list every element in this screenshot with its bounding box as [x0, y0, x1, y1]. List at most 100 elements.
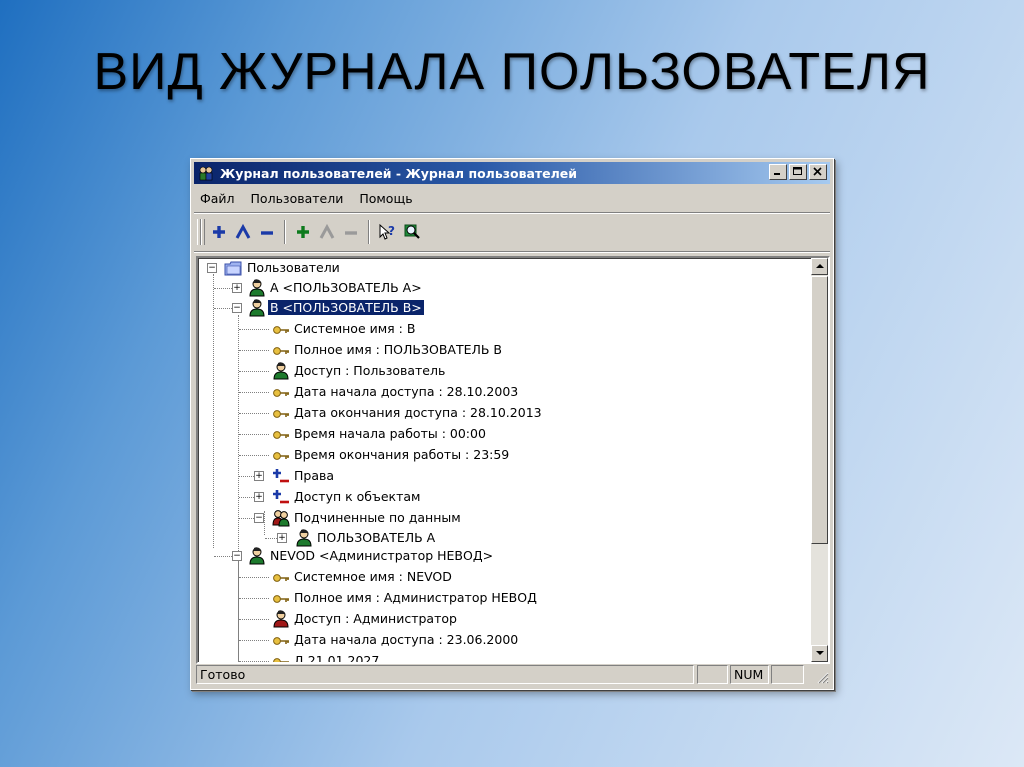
tree-label: Время начала работы : 00:00 [294, 426, 486, 441]
whats-this-icon: ? [379, 223, 395, 240]
tree-item-property[interactable]: Доступ : Администратор [198, 609, 808, 629]
menu-file[interactable]: Файл [196, 189, 241, 208]
toolbar: ? [195, 216, 829, 248]
add-green-icon [297, 226, 309, 238]
tree-item-user-nevod[interactable]: − NEVOD <Администратор НЕВОД> [198, 546, 808, 566]
tree-label: ПОЛЬЗОВАТЕЛЬ A [317, 530, 436, 545]
expand-toggle[interactable]: + [232, 283, 242, 293]
toolbar-separator-1 [284, 220, 286, 244]
tree-line [239, 497, 254, 498]
window-title: Журнал пользователей - Журнал пользовате… [220, 166, 578, 181]
remove-user-button[interactable] [255, 220, 279, 244]
tree-item-user-a[interactable]: + A <ПОЛЬЗОВАТЕЛЬ A> [198, 278, 808, 298]
toolbar-grip-2 [201, 219, 205, 245]
tree-item-property[interactable]: Дата начала доступа : 23.06.2000 [198, 630, 808, 650]
collapse-toggle[interactable]: − [254, 513, 264, 523]
find-button[interactable] [401, 220, 425, 244]
add-user-button[interactable] [207, 220, 231, 244]
scroll-down-button[interactable] [811, 645, 828, 662]
tree-label: NEVOD <Администратор НЕВОД> [270, 548, 494, 563]
tree-line [239, 434, 269, 435]
tree-line [214, 288, 232, 289]
move-up-button[interactable] [231, 220, 255, 244]
resize-grip-icon[interactable] [816, 671, 829, 684]
tree-line [239, 371, 269, 372]
tree-label: Полное имя : Администратор НЕВОД [294, 590, 537, 605]
key-icon [273, 347, 289, 355]
admin-user-icon [249, 547, 265, 565]
tree-item-property[interactable]: Дата окончания доступа : 28.10.2013 [198, 403, 808, 423]
key-icon [273, 452, 289, 460]
tree-line [214, 556, 232, 557]
menu-separator [194, 212, 830, 214]
tree-line [239, 640, 269, 641]
tree-label: Полное имя : ПОЛЬЗОВАТЕЛЬ B [294, 342, 503, 357]
key-icon [273, 595, 289, 603]
toolbar-separator [194, 251, 830, 253]
search-icon [404, 224, 420, 239]
tree-label: Системное имя : B [294, 321, 416, 336]
tree-item-object-access[interactable]: + Доступ к объектам [198, 487, 808, 507]
scroll-thumb[interactable] [811, 276, 828, 544]
user-access-icon [273, 362, 289, 380]
menu-users[interactable]: Пользователи [247, 189, 350, 208]
tree-item-property[interactable]: Системное имя : B [198, 319, 808, 339]
tree-label: Дата начала доступа : 28.10.2003 [294, 384, 519, 399]
minimize-icon [774, 173, 780, 175]
tree-label: Системное имя : NEVOD [294, 569, 452, 584]
expand-toggle[interactable]: + [254, 471, 264, 481]
collapse-toggle[interactable]: − [232, 303, 242, 313]
move-up-disabled-button[interactable] [315, 220, 339, 244]
tree-line [239, 392, 269, 393]
rights-icon [273, 490, 289, 504]
tree-label: Дата окончания доступа : 28.10.2013 [294, 405, 542, 420]
tree-line [239, 455, 269, 456]
tree-item-property[interactable]: Полное имя : ПОЛЬЗОВАТЕЛЬ B [198, 340, 808, 360]
tree-item-subordinate-user-a[interactable]: + ПОЛЬЗОВАТЕЛЬ A [198, 528, 808, 548]
slide-title: ВИД ЖУРНАЛА ПОЛЬЗОВАТЕЛЯ [93, 43, 931, 101]
user-icon [249, 279, 265, 297]
tree-label: Пользователи [247, 260, 340, 275]
up-disabled-icon [319, 223, 335, 239]
collapse-toggle[interactable]: − [232, 551, 242, 561]
tree-item-property[interactable]: Время начала работы : 00:00 [198, 424, 808, 444]
collapse-toggle[interactable]: − [207, 263, 217, 273]
tree-item-property[interactable]: Время окончания работы : 23:59 [198, 445, 808, 465]
tree-label: Доступ : Пользователь [294, 363, 446, 378]
up-icon [235, 223, 251, 239]
expand-toggle[interactable]: + [254, 492, 264, 502]
vertical-scrollbar[interactable] [811, 258, 828, 662]
tree-item-root[interactable]: − Пользователи [198, 258, 808, 278]
add-item-button[interactable] [291, 220, 315, 244]
tree-item-property[interactable]: Дата начала доступа : 28.10.2003 [198, 382, 808, 402]
tree-item-property[interactable]: Системное имя : NEVOD [198, 567, 808, 587]
user-icon [249, 299, 265, 317]
menu-help[interactable]: Помощь [355, 189, 418, 208]
tree-item-property[interactable]: Полное имя : Администратор НЕВОД [198, 588, 808, 608]
users-tree-view[interactable]: − Пользователи + A <ПОЛЬЗОВАТЕЛЬ A> − B … [196, 256, 830, 664]
whats-this-button[interactable]: ? [375, 220, 399, 244]
admin-access-icon [273, 610, 289, 628]
scroll-up-button[interactable] [811, 258, 828, 275]
expand-toggle[interactable]: + [277, 533, 287, 543]
close-icon [813, 167, 822, 176]
tree-item-rights[interactable]: + Права [198, 466, 808, 486]
tree-label: Время окончания работы : 23:59 [294, 447, 510, 462]
maximize-button[interactable] [789, 164, 807, 180]
key-icon [273, 326, 289, 334]
tree-item-subordinates[interactable]: − Подчиненные по данным [198, 508, 808, 528]
tree-line [239, 518, 254, 519]
close-button[interactable] [809, 164, 827, 180]
folder-users-icon [224, 261, 242, 276]
rights-icon [273, 469, 289, 483]
remove-disabled-button[interactable] [339, 220, 363, 244]
tree-line [239, 413, 269, 414]
tree-item-property[interactable]: Доступ : Пользователь [198, 361, 808, 381]
tree-line [239, 577, 269, 578]
title-bar[interactable]: Журнал пользователей - Журнал пользовате… [194, 162, 830, 184]
key-icon [273, 410, 289, 418]
tree-item-user-b[interactable]: − B <ПОЛЬЗОВАТЕЛЬ B> [198, 298, 808, 318]
minimize-button[interactable] [769, 164, 787, 180]
status-text: Готово [196, 665, 694, 684]
tree-line [239, 661, 269, 662]
